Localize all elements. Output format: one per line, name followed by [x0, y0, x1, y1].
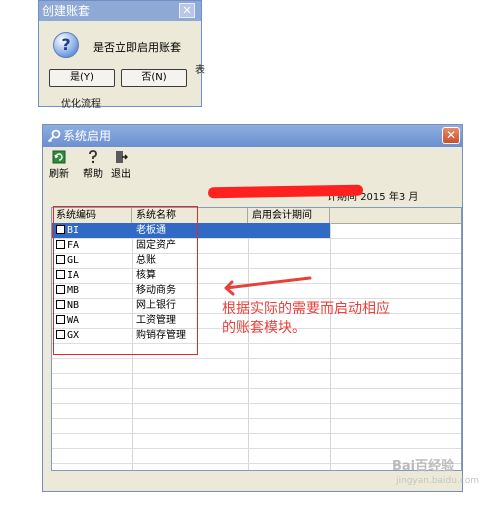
help-button[interactable]: 帮助 [81, 150, 105, 180]
annotation-line-1: 根据实际的需要而启动相应 [222, 301, 390, 317]
period-month-unit: 月 [408, 192, 419, 203]
key-icon [47, 129, 61, 143]
confirm-message: 是否立即启用账套 [93, 41, 181, 54]
annotation-text: 根据实际的需要而启动相应 的账套模块。 [222, 300, 390, 338]
close-icon[interactable]: ✕ [179, 3, 195, 18]
no-button[interactable]: 否(N) [121, 69, 187, 87]
period-year: 2015 [360, 192, 386, 203]
exit-label: 退出 [111, 169, 131, 180]
exit-icon [116, 151, 128, 163]
background-text: 表 [195, 65, 205, 76]
enable-period-cell[interactable] [248, 238, 330, 253]
watermark-site: jingyan.baidu.com [396, 476, 480, 486]
question-icon: ? [53, 32, 79, 58]
window-titlebar: 系统启用 ✕ [43, 125, 462, 147]
highlight-box [53, 206, 198, 355]
confirm-dialog: 创建账套 ✕ ? 是否立即启用账套 是(Y) 否(N) 表 优化流程 [38, 0, 205, 110]
enable-period-cell[interactable] [248, 223, 330, 238]
watermark-brand: Bai百经验 [392, 459, 455, 474]
background-menu-text: 优化流程 [61, 99, 101, 110]
help-icon [89, 150, 97, 164]
exit-button[interactable]: 退出 [109, 150, 133, 180]
help-label: 帮助 [83, 169, 103, 180]
column-header[interactable]: 启用会计期间 [248, 208, 330, 223]
confirm-dialog-title: 创建账套 [42, 4, 91, 18]
arrow-icon [224, 276, 312, 296]
yes-button[interactable]: 是(Y) [49, 69, 115, 87]
enable-period-cell[interactable] [248, 253, 330, 268]
refresh-label: 刷新 [49, 169, 69, 180]
refresh-button[interactable]: 刷新 [47, 150, 71, 180]
refresh-icon [52, 150, 66, 164]
period-year-unit: 年3 [388, 192, 406, 203]
window-title: 系统启用 [63, 129, 112, 143]
annotation-line-2: 的账套模块。 [222, 320, 306, 336]
close-icon[interactable]: ✕ [442, 127, 460, 144]
confirm-dialog-titlebar: 创建账套 ✕ [39, 1, 201, 21]
